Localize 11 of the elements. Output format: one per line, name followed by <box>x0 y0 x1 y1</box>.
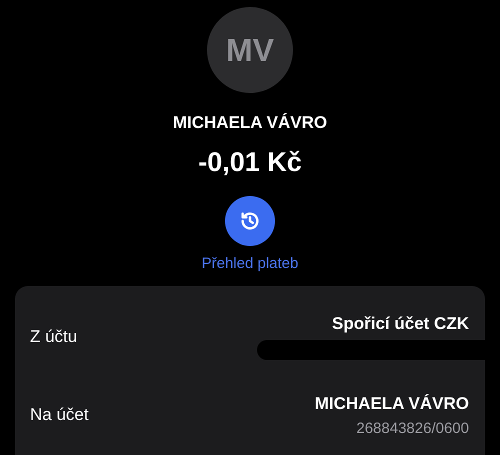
avatar-initials: MV <box>226 32 274 68</box>
history-icon <box>239 210 261 232</box>
detail-label: Z účtu <box>30 327 78 347</box>
history-button[interactable] <box>225 196 275 246</box>
account-name: MICHAELA VÁVRO <box>314 394 469 414</box>
account-name: Spořicí účet CZK <box>332 314 469 334</box>
amount: -0,01 Kč <box>198 147 302 178</box>
payment-history-link[interactable]: Přehled plateb <box>202 255 298 272</box>
account-number: 268843826/0600 <box>356 420 469 436</box>
payee-name: MICHAELA VÁVRO <box>172 113 328 133</box>
detail-label: Na účet <box>30 405 89 425</box>
